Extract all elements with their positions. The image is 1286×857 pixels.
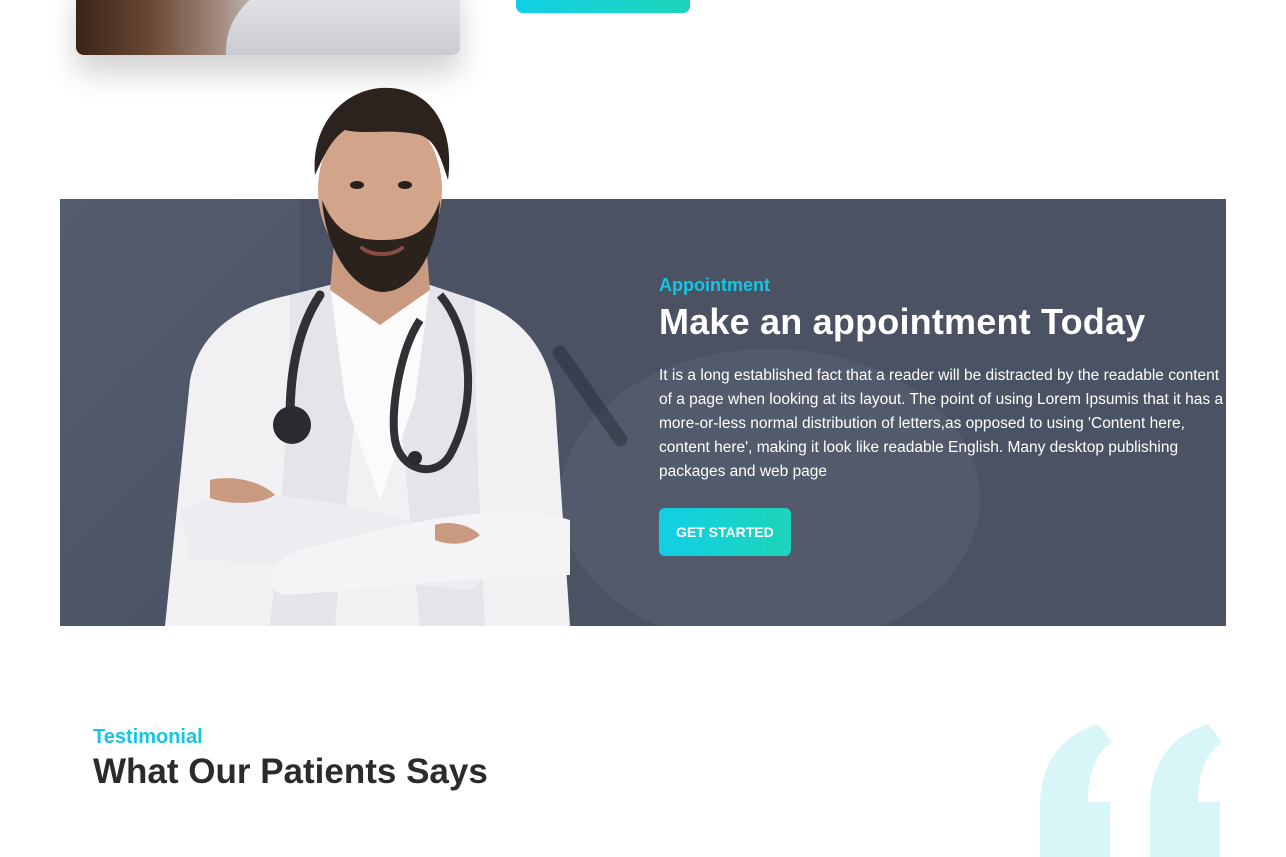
photo-sleeve: [226, 0, 460, 55]
appointment-heading: Make an appointment Today: [659, 301, 1146, 342]
appointment-content: Appointment Make an appointment Today It…: [659, 272, 1229, 556]
get-started-button[interactable]: GET STARTED: [659, 508, 791, 556]
appointment-eyebrow: Appointment: [659, 275, 770, 295]
doctor-image: [165, 87, 570, 626]
appointment-paragraph: It is a long established fact that a rea…: [659, 367, 1224, 480]
quote-icon: [1040, 724, 1222, 857]
testimonial-heading: What Our Patients Says: [93, 752, 488, 791]
previous-section-photo: [76, 0, 460, 55]
testimonial-eyebrow: Testimonial: [93, 726, 203, 748]
testimonial-header: Testimonial What Our Patients Says: [93, 724, 488, 794]
previous-section-button[interactable]: [516, 0, 690, 13]
